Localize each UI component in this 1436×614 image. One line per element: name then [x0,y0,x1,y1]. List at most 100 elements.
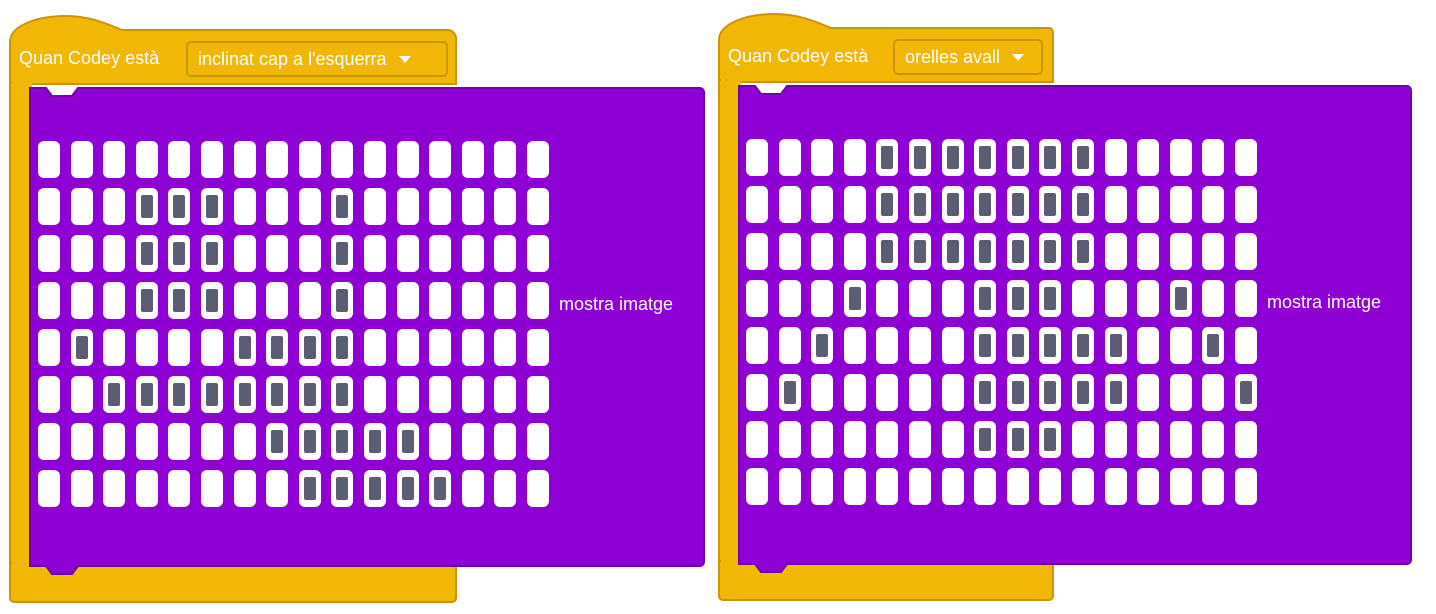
led-cell-off[interactable] [1170,421,1192,458]
led-cell-on[interactable] [942,233,964,270]
led-cell-off[interactable] [136,470,158,507]
led-cell-off[interactable] [779,139,801,176]
led-cell-off[interactable] [103,235,125,272]
led-cell-off[interactable] [527,141,549,178]
led-cell-off[interactable] [746,374,768,411]
led-cell-off[interactable] [1170,233,1192,270]
led-cell-on[interactable] [1039,374,1061,411]
led-cell-off[interactable] [811,421,833,458]
led-cell-off[interactable] [266,141,288,178]
led-cell-off[interactable] [494,282,516,319]
led-cell-off[interactable] [168,141,190,178]
led-cell-off[interactable] [364,235,386,272]
led-cell-on[interactable] [299,470,321,507]
led-cell-on[interactable] [1007,233,1029,270]
led-cell-off[interactable] [746,233,768,270]
event-block-ears-down[interactable]: Quan Codey està orelles avall mostra ima… [715,8,1415,608]
led-cell-on[interactable] [364,423,386,460]
led-cell-off[interactable] [429,282,451,319]
led-cell-off[interactable] [1202,280,1224,317]
led-cell-on[interactable] [331,329,353,366]
led-cell-on[interactable] [168,282,190,319]
led-cell-off[interactable] [429,235,451,272]
led-cell-off[interactable] [397,235,419,272]
led-cell-off[interactable] [234,188,256,225]
led-cell-on[interactable] [1105,374,1127,411]
led-cell-on[interactable] [1007,139,1029,176]
led-cell-on[interactable] [397,470,419,507]
led-cell-on[interactable] [71,329,93,366]
led-cell-on[interactable] [331,423,353,460]
led-cell-off[interactable] [494,235,516,272]
led-cell-off[interactable] [1105,280,1127,317]
led-cell-off[interactable] [1170,327,1192,364]
led-cell-on[interactable] [974,280,996,317]
led-cell-off[interactable] [779,280,801,317]
led-cell-on[interactable] [266,329,288,366]
led-cell-on[interactable] [1007,374,1029,411]
led-cell-off[interactable] [1202,139,1224,176]
led-cell-on[interactable] [1170,280,1192,317]
led-cell-off[interactable] [429,423,451,460]
led-cell-off[interactable] [71,235,93,272]
led-cell-off[interactable] [876,374,898,411]
led-cell-off[interactable] [942,421,964,458]
led-cell-on[interactable] [1202,327,1224,364]
led-cell-on[interactable] [103,376,125,413]
led-cell-on[interactable] [1039,186,1061,223]
led-cell-off[interactable] [299,188,321,225]
led-cell-off[interactable] [1202,233,1224,270]
led-cell-off[interactable] [746,327,768,364]
led-cell-off[interactable] [364,376,386,413]
led-cell-off[interactable] [462,235,484,272]
led-cell-on[interactable] [811,327,833,364]
led-cell-off[interactable] [71,141,93,178]
led-cell-on[interactable] [331,235,353,272]
led-cell-off[interactable] [38,188,60,225]
led-cell-on[interactable] [136,188,158,225]
led-cell-off[interactable] [103,188,125,225]
led-cell-on[interactable] [331,188,353,225]
led-cell-off[interactable] [1235,139,1257,176]
led-cell-off[interactable] [38,282,60,319]
led-cell-off[interactable] [168,423,190,460]
led-cell-off[interactable] [746,468,768,505]
led-cell-off[interactable] [909,374,931,411]
led-cell-off[interactable] [71,282,93,319]
led-cell-off[interactable] [1105,186,1127,223]
led-cell-off[interactable] [1170,139,1192,176]
led-cell-on[interactable] [974,186,996,223]
led-cell-off[interactable] [779,468,801,505]
led-cell-off[interactable] [876,280,898,317]
led-cell-off[interactable] [527,376,549,413]
led-cell-off[interactable] [844,186,866,223]
led-cell-off[interactable] [397,141,419,178]
led-cell-off[interactable] [811,280,833,317]
led-cell-off[interactable] [1235,280,1257,317]
led-cell-off[interactable] [527,423,549,460]
led-cell-on[interactable] [974,139,996,176]
led-cell-off[interactable] [299,141,321,178]
led-cell-on[interactable] [1007,421,1029,458]
led-cell-off[interactable] [844,327,866,364]
led-cell-off[interactable] [429,329,451,366]
led-cell-off[interactable] [494,188,516,225]
led-cell-off[interactable] [1202,468,1224,505]
led-cell-off[interactable] [397,329,419,366]
led-cell-on[interactable] [876,233,898,270]
led-cell-off[interactable] [1235,186,1257,223]
led-cell-on[interactable] [974,421,996,458]
led-cell-off[interactable] [844,139,866,176]
led-cell-on[interactable] [974,233,996,270]
led-cell-off[interactable] [397,376,419,413]
led-cell-off[interactable] [909,421,931,458]
led-cell-off[interactable] [1105,233,1127,270]
led-cell-on[interactable] [234,329,256,366]
led-cell-on[interactable] [909,233,931,270]
led-cell-off[interactable] [811,468,833,505]
led-cell-off[interactable] [1235,233,1257,270]
led-cell-off[interactable] [1105,421,1127,458]
led-cell-on[interactable] [1039,421,1061,458]
led-cell-off[interactable] [1170,468,1192,505]
led-cell-off[interactable] [1235,421,1257,458]
